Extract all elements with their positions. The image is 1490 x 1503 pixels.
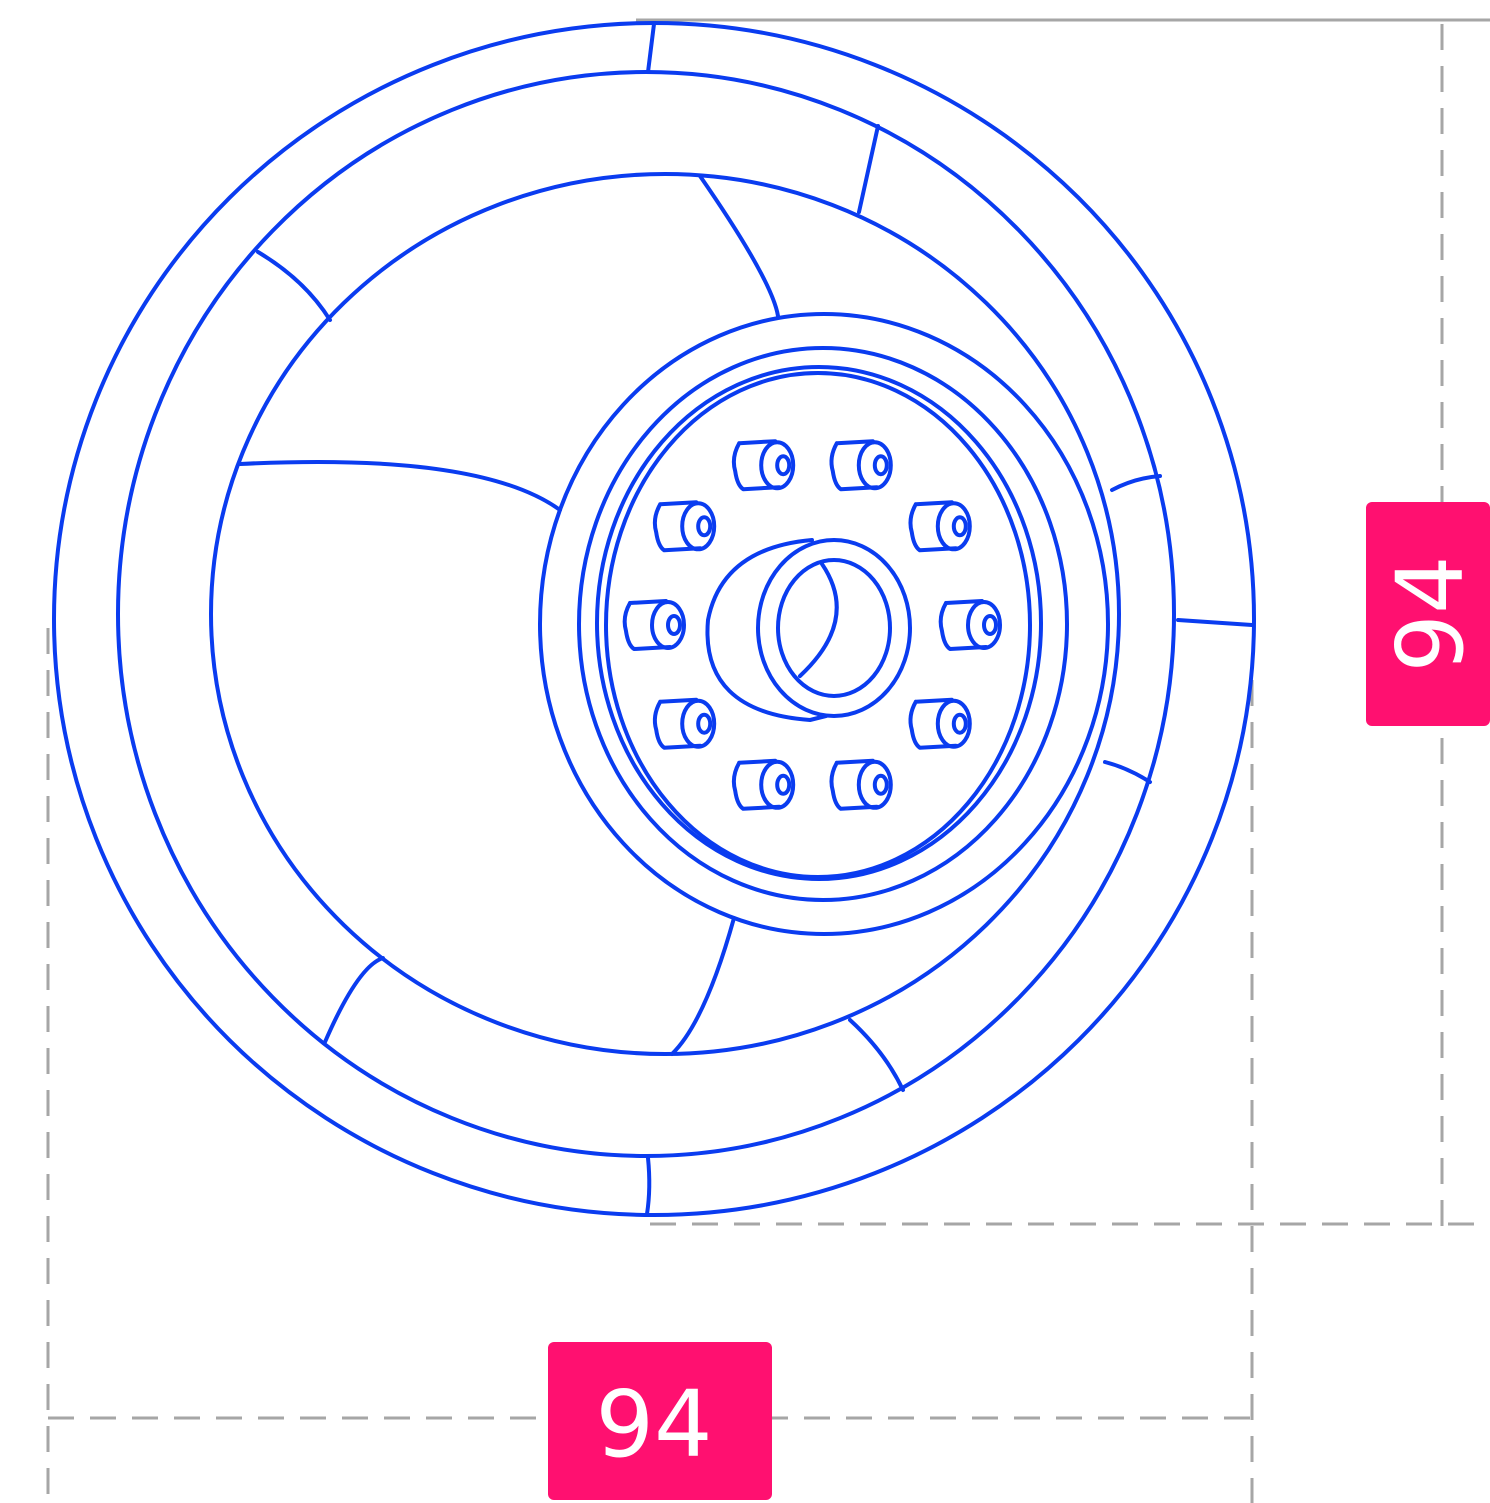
lug-nut	[652, 697, 717, 750]
lug-nut	[731, 758, 796, 811]
lug-nut	[829, 439, 893, 492]
lug-nut	[652, 500, 717, 553]
lug-nut	[908, 500, 972, 553]
lug-nut	[908, 697, 972, 750]
rim-outer-edge	[116, 70, 1176, 1158]
width-dimension-badge: 94	[548, 1342, 772, 1500]
rim-inner-edge	[209, 172, 1121, 1056]
lug-nut	[622, 599, 686, 651]
lug-nut	[731, 439, 796, 492]
lug-nut	[829, 758, 893, 811]
width-dimension-label: 94	[595, 1371, 712, 1478]
wheel-dimension-drawing: 94 94	[46, 18, 1490, 1503]
wheel-icon	[52, 21, 1256, 1217]
lug-nut	[938, 599, 1002, 651]
center-bore	[705, 538, 912, 722]
height-dimension-label: 94	[1377, 555, 1484, 672]
lug-nuts	[622, 439, 1002, 811]
height-dimension-badge: 94	[1366, 502, 1490, 726]
hub-ring-3	[595, 365, 1043, 881]
tire-tread-grooves	[645, 22, 1254, 1216]
